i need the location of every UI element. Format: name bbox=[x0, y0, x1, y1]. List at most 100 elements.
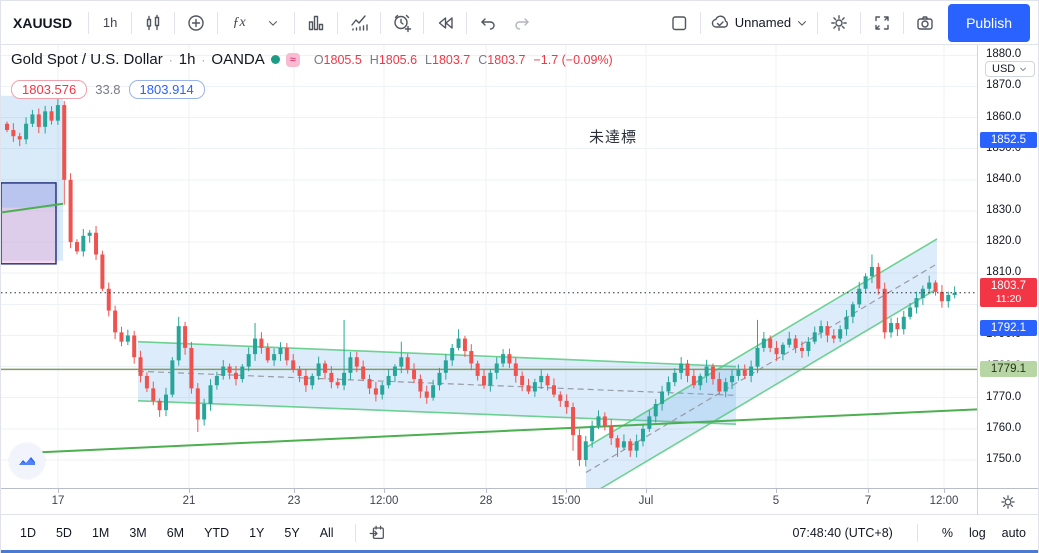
price-badge: 1852.5 bbox=[980, 132, 1037, 148]
chart-text-annotation[interactable]: 未達標 bbox=[589, 126, 637, 147]
interval-button[interactable]: 1h bbox=[93, 6, 127, 40]
indicator-value[interactable]: 1803.914 bbox=[129, 80, 205, 99]
ohlc-item: H1805.6 bbox=[370, 53, 417, 67]
legend-row-symbol[interactable]: Gold Spot / U.S. Dollar · 1h · OANDA ≈ O… bbox=[11, 51, 613, 68]
price-badge: 1779.1 bbox=[980, 361, 1037, 377]
layout-button[interactable] bbox=[662, 6, 696, 40]
toolbar-separator bbox=[131, 12, 132, 34]
range-button-6m[interactable]: 6M bbox=[160, 523, 191, 543]
delayed-data-icon[interactable]: ≈ bbox=[286, 53, 300, 67]
price-tick-label: 1750.0 bbox=[986, 453, 1038, 465]
undo-arrow-icon bbox=[478, 13, 498, 33]
trading-app-window: XAUUSD 1h ƒx bbox=[0, 0, 1039, 553]
toolbar-separator bbox=[423, 12, 424, 34]
price-tick-label: 1830.0 bbox=[986, 204, 1038, 216]
price-tick-label: 1870.0 bbox=[986, 79, 1038, 91]
compare-button[interactable] bbox=[179, 6, 213, 40]
pane-maximize-button[interactable] bbox=[9, 443, 45, 479]
alert-button[interactable] bbox=[385, 6, 419, 40]
range-button-3m[interactable]: 3M bbox=[122, 523, 153, 543]
forecast-chart-icon bbox=[349, 13, 369, 33]
time-tick-label: 12:00 bbox=[930, 495, 959, 507]
time-tick-mark bbox=[384, 489, 385, 493]
price-tick-label: 1820.0 bbox=[986, 235, 1038, 247]
auto-scale-button[interactable]: auto bbox=[1002, 526, 1026, 540]
chart-main-row: Gold Spot / U.S. Dollar · 1h · OANDA ≈ O… bbox=[1, 45, 1038, 488]
range-button-5d[interactable]: 5D bbox=[49, 523, 79, 543]
toolbar-separator bbox=[337, 12, 338, 34]
alarm-clock-plus-icon bbox=[392, 13, 412, 33]
session-clock[interactable]: 07:48:40 (UTC+8) bbox=[792, 526, 892, 540]
price-tick-label: 1880.0 bbox=[986, 48, 1038, 60]
indicators-button[interactable]: ƒx bbox=[222, 6, 256, 40]
snapshot-button[interactable] bbox=[908, 6, 942, 40]
undo-button[interactable] bbox=[471, 6, 505, 40]
price-tick-label: 1760.0 bbox=[986, 422, 1038, 434]
indicators-dropdown-button[interactable] bbox=[256, 6, 290, 40]
bottom-toolbar: 1D5D1M3M6MYTD1Y5YAll 07:48:40 (UTC+8) % … bbox=[1, 514, 1038, 550]
toolbar-separator bbox=[903, 12, 904, 34]
forecast-button[interactable] bbox=[342, 6, 376, 40]
time-tick-mark bbox=[868, 489, 869, 493]
price-badge: 1803.711:20 bbox=[980, 278, 1037, 307]
gear-icon bbox=[829, 13, 849, 33]
chart-pane[interactable]: Gold Spot / U.S. Dollar · 1h · OANDA ≈ O… bbox=[1, 45, 977, 488]
templates-button[interactable] bbox=[299, 6, 333, 40]
fx-icon: ƒx bbox=[233, 15, 246, 31]
ohlc-item: −1.7 (−0.09%) bbox=[534, 53, 613, 67]
bottombar-separator bbox=[355, 524, 356, 542]
time-tick-mark bbox=[566, 489, 567, 493]
toolbar-separator bbox=[88, 12, 89, 34]
range-button-1d[interactable]: 1D bbox=[13, 523, 43, 543]
publish-button[interactable]: Publish bbox=[948, 4, 1030, 42]
sun-icon bbox=[999, 493, 1017, 511]
chart-canvas[interactable] bbox=[1, 45, 977, 488]
chart-style-button[interactable] bbox=[136, 6, 170, 40]
currency-selector[interactable]: USD bbox=[985, 61, 1035, 77]
range-button-ytd[interactable]: YTD bbox=[197, 523, 236, 543]
range-button-1m[interactable]: 1M bbox=[85, 523, 116, 543]
axis-settings-button[interactable] bbox=[977, 489, 1038, 515]
range-button-5y[interactable]: 5Y bbox=[277, 523, 306, 543]
time-tick-mark bbox=[294, 489, 295, 493]
range-button-1y[interactable]: 1Y bbox=[242, 523, 271, 543]
fullscreen-button[interactable] bbox=[865, 6, 899, 40]
symbol-label: XAUUSD bbox=[13, 15, 72, 31]
log-scale-button[interactable]: log bbox=[969, 526, 986, 540]
time-tick-mark bbox=[486, 489, 487, 493]
time-axis[interactable]: 17212312:002815:00Jul5712:00 bbox=[1, 488, 1038, 514]
camera-icon bbox=[915, 13, 935, 33]
time-tick-label: 15:00 bbox=[552, 495, 581, 507]
fullscreen-icon bbox=[872, 13, 892, 33]
legend-interval: 1h bbox=[179, 51, 196, 68]
replay-button[interactable] bbox=[428, 6, 462, 40]
cloud-check-icon bbox=[709, 13, 731, 33]
publish-label: Publish bbox=[966, 15, 1012, 31]
indicator-value[interactable]: 33.8 bbox=[95, 82, 120, 97]
chevron-down-icon bbox=[795, 16, 809, 30]
interval-label: 1h bbox=[103, 15, 117, 30]
legend-separator: · bbox=[201, 53, 205, 67]
price-badge: 1792.1 bbox=[980, 320, 1037, 336]
toolbar-separator bbox=[466, 12, 467, 34]
time-tick-label: 5 bbox=[773, 495, 779, 507]
time-tick-label: 21 bbox=[183, 495, 196, 507]
legend-indicator-values: 1803.576 33.8 1803.914 bbox=[11, 80, 613, 99]
symbol-button[interactable]: XAUUSD bbox=[1, 6, 84, 40]
time-tick-mark bbox=[776, 489, 777, 493]
time-tick-label: 12:00 bbox=[370, 495, 399, 507]
range-button-all[interactable]: All bbox=[313, 523, 341, 543]
time-tick-label: 7 bbox=[865, 495, 871, 507]
rewind-icon bbox=[435, 13, 455, 33]
bottombar-separator bbox=[917, 524, 918, 542]
currency-label: USD bbox=[992, 63, 1015, 75]
percent-scale-button[interactable]: % bbox=[942, 526, 953, 540]
price-axis[interactable]: USD 1880.01870.01860.01850.01840.01830.0… bbox=[977, 45, 1038, 488]
go-to-date-button[interactable] bbox=[364, 520, 390, 546]
indicator-value[interactable]: 1803.576 bbox=[11, 80, 87, 99]
save-layout-button[interactable]: Unnamed bbox=[705, 6, 813, 40]
redo-button[interactable] bbox=[505, 6, 539, 40]
layout-name-label: Unnamed bbox=[735, 15, 791, 30]
chevron-down-icon bbox=[1018, 64, 1028, 74]
settings-button[interactable] bbox=[822, 6, 856, 40]
